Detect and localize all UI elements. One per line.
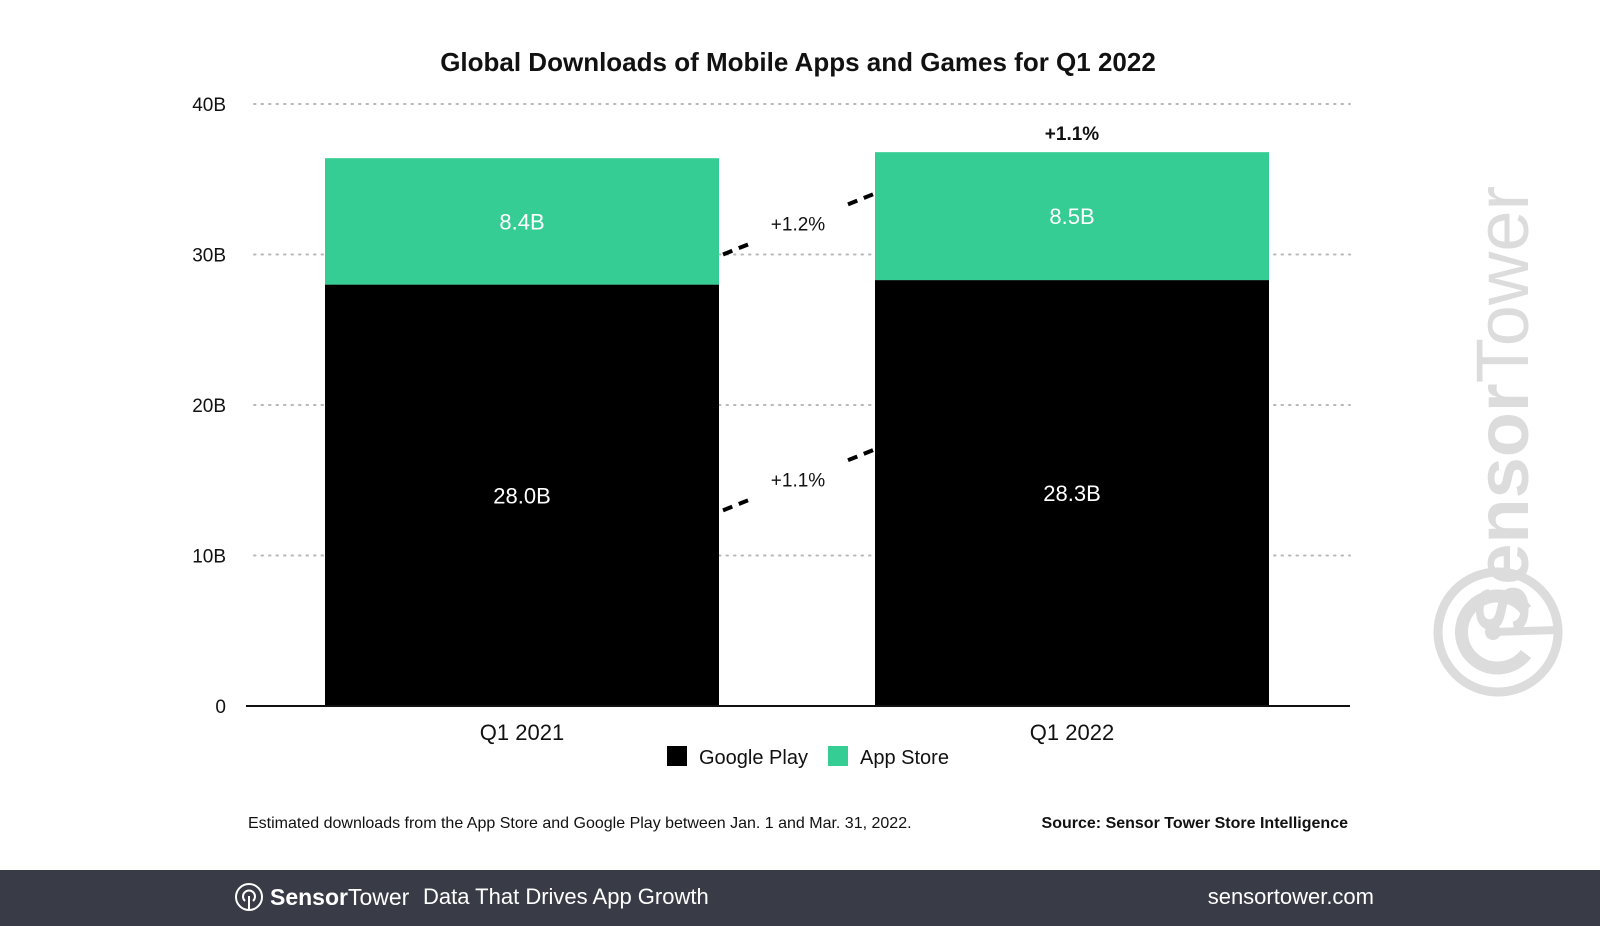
y-tick-label: 0 bbox=[215, 697, 226, 718]
legend-swatch-google-play bbox=[667, 746, 687, 766]
y-axis-ticks: 0 10B 20B 30B 40B bbox=[192, 95, 226, 718]
y-tick-label: 30B bbox=[192, 246, 226, 267]
footer-brand[interactable]: SensorTower bbox=[234, 882, 409, 912]
sensortower-watermark: SensorTower bbox=[1433, 186, 1563, 697]
data-label: 28.0B bbox=[493, 483, 551, 508]
chart: Global Downloads of Mobile Apps and Game… bbox=[192, 47, 1563, 832]
google-play-growth-label: +1.1% bbox=[771, 470, 826, 491]
app-store-growth-label: +1.2% bbox=[771, 214, 826, 235]
growth-connectors: +1.2% +1.1% bbox=[722, 192, 874, 513]
data-label: 8.4B bbox=[499, 209, 544, 234]
chart-title: Global Downloads of Mobile Apps and Game… bbox=[440, 47, 1156, 77]
google-play-growth-line-left bbox=[722, 498, 749, 513]
bars: 28.0B 8.4B 28.3B 8.5B +1.1% bbox=[325, 124, 1269, 706]
x-axis-ticks: Q1 2021 Q1 2022 bbox=[480, 720, 1114, 745]
app-store-growth-line-left bbox=[722, 242, 749, 257]
google-play-growth-line-right bbox=[847, 448, 874, 463]
legend-swatch-app-store bbox=[828, 746, 848, 766]
footer-tagline: Data That Drives App Growth bbox=[423, 884, 709, 909]
total-growth-label: +1.1% bbox=[1045, 124, 1100, 145]
sensortower-logo-icon bbox=[235, 883, 263, 911]
footer-bar: SensorTower Data That Drives App Growth … bbox=[0, 870, 1600, 926]
y-tick-label: 10B bbox=[192, 547, 226, 568]
legend-label-app-store: App Store bbox=[860, 747, 949, 769]
y-tick-label: 20B bbox=[192, 396, 226, 417]
footer-url[interactable]: sensortower.com bbox=[1208, 884, 1374, 910]
app-store-growth-line-right bbox=[847, 192, 874, 207]
x-tick-label: Q1 2022 bbox=[1030, 720, 1114, 745]
data-label: 28.3B bbox=[1043, 481, 1101, 506]
chart-source: Source: Sensor Tower Store Intelligence bbox=[1042, 815, 1349, 832]
x-tick-label: Q1 2021 bbox=[480, 720, 564, 745]
footer-brand-bold: Sensor bbox=[270, 883, 348, 910]
chart-note: Estimated downloads from the App Store a… bbox=[248, 815, 912, 832]
legend-label-google-play: Google Play bbox=[699, 747, 808, 769]
watermark-text: SensorTower bbox=[1461, 186, 1544, 634]
footer-brand-light: Tower bbox=[347, 883, 410, 910]
data-label: 8.5B bbox=[1049, 204, 1094, 229]
legend: Google Play App Store bbox=[667, 746, 949, 769]
y-tick-label: 40B bbox=[192, 95, 226, 116]
watermark-logo-icon bbox=[1433, 567, 1563, 697]
